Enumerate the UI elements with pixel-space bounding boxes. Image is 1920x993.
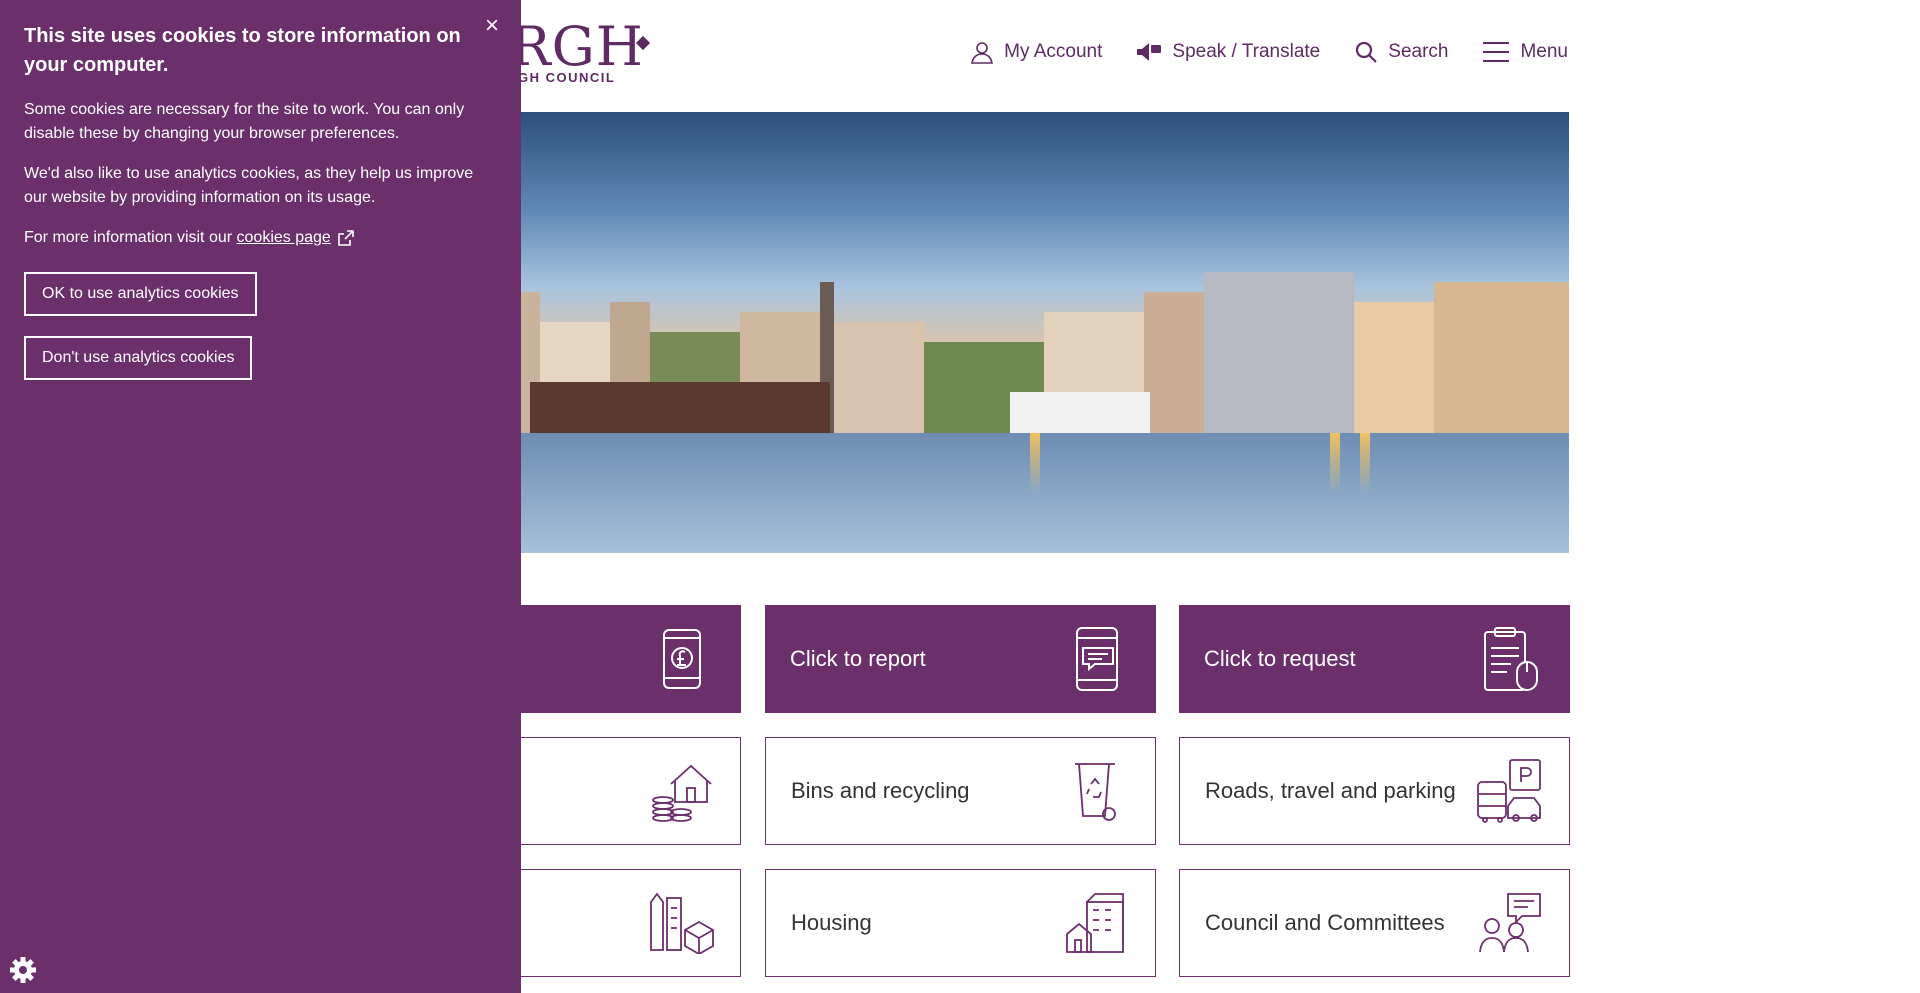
tile-label: Click to request: [1204, 646, 1356, 671]
logo-subtitle: GH COUNCIL: [518, 70, 616, 85]
top-navigation: My Account Speak / Translate Search Menu: [970, 40, 1568, 64]
logo-word: RGH: [510, 15, 644, 78]
tile-label: Council and Committees: [1205, 910, 1445, 935]
cookie-more-info: For more information visit our cookies p…: [24, 226, 494, 250]
bus-car-parking-icon: [1475, 756, 1545, 826]
menu-label: Menu: [1520, 41, 1568, 62]
tile-housing[interactable]: Housing: [765, 869, 1156, 977]
tile-label: Housing: [791, 910, 872, 935]
accept-analytics-cookies-button[interactable]: OK to use analytics cookies: [24, 272, 257, 316]
cookie-consent-panel: × This site uses cookies to store inform…: [0, 0, 521, 993]
cookie-more-info-prefix: For more information visit our: [24, 229, 237, 246]
tile-label: Click to report: [790, 646, 926, 671]
menu-button[interactable]: Menu: [1482, 41, 1568, 63]
gear-icon: [0, 913, 80, 993]
speak-translate-link[interactable]: Speak / Translate: [1136, 41, 1320, 63]
close-icon[interactable]: ×: [480, 14, 504, 38]
reject-analytics-cookies-button[interactable]: Don't use analytics cookies: [24, 336, 253, 380]
cookie-necessary-text: Some cookies are necessary for the site …: [24, 101, 465, 142]
page: RGH GH COUNCIL My Account Speak / Transl…: [0, 0, 1920, 993]
tile-request[interactable]: Click to request: [1179, 605, 1570, 713]
recycle-bin-icon: [1061, 756, 1131, 826]
my-account-label: My Account: [1004, 41, 1103, 62]
light-reflection: [1030, 433, 1040, 493]
phone-pound-icon: [647, 624, 717, 694]
light-reflection: [1330, 433, 1340, 493]
pencil-book-box-icon: [646, 888, 716, 958]
speaker-icon: [1137, 43, 1162, 61]
search-label: Search: [1388, 41, 1449, 62]
light-reflection: [1360, 433, 1370, 493]
cookie-title: This site uses cookies to store informat…: [24, 25, 461, 76]
people-speech-icon: [1475, 888, 1545, 958]
tile-label: Bins and recycling: [791, 778, 970, 803]
tile-council[interactable]: Council and Committees: [1179, 869, 1570, 977]
external-link-icon: [338, 230, 354, 246]
house-coins-icon: [646, 756, 716, 826]
speak-translate-label: Speak / Translate: [1172, 41, 1321, 62]
tile-roads[interactable]: Roads, travel and parking: [1179, 737, 1570, 845]
tile-label: Roads, travel and parking: [1205, 778, 1456, 803]
search-link[interactable]: Search: [1354, 40, 1448, 64]
cookies-page-link[interactable]: cookies page: [237, 229, 331, 246]
buildings-icon: [1061, 888, 1131, 958]
tile-report[interactable]: Click to report: [765, 605, 1156, 713]
search-icon: [1356, 41, 1378, 63]
phone-message-icon: [1062, 624, 1132, 694]
tile-bins[interactable]: Bins and recycling: [765, 737, 1156, 845]
user-icon: [971, 42, 994, 64]
cookie-settings-button[interactable]: [0, 913, 80, 993]
cookie-analytics-text: We'd also like to use analytics cookies,…: [24, 165, 474, 206]
clipboard-mouse-icon: [1476, 624, 1546, 694]
my-account-link[interactable]: My Account: [970, 40, 1102, 64]
hamburger-icon: [1483, 42, 1510, 62]
